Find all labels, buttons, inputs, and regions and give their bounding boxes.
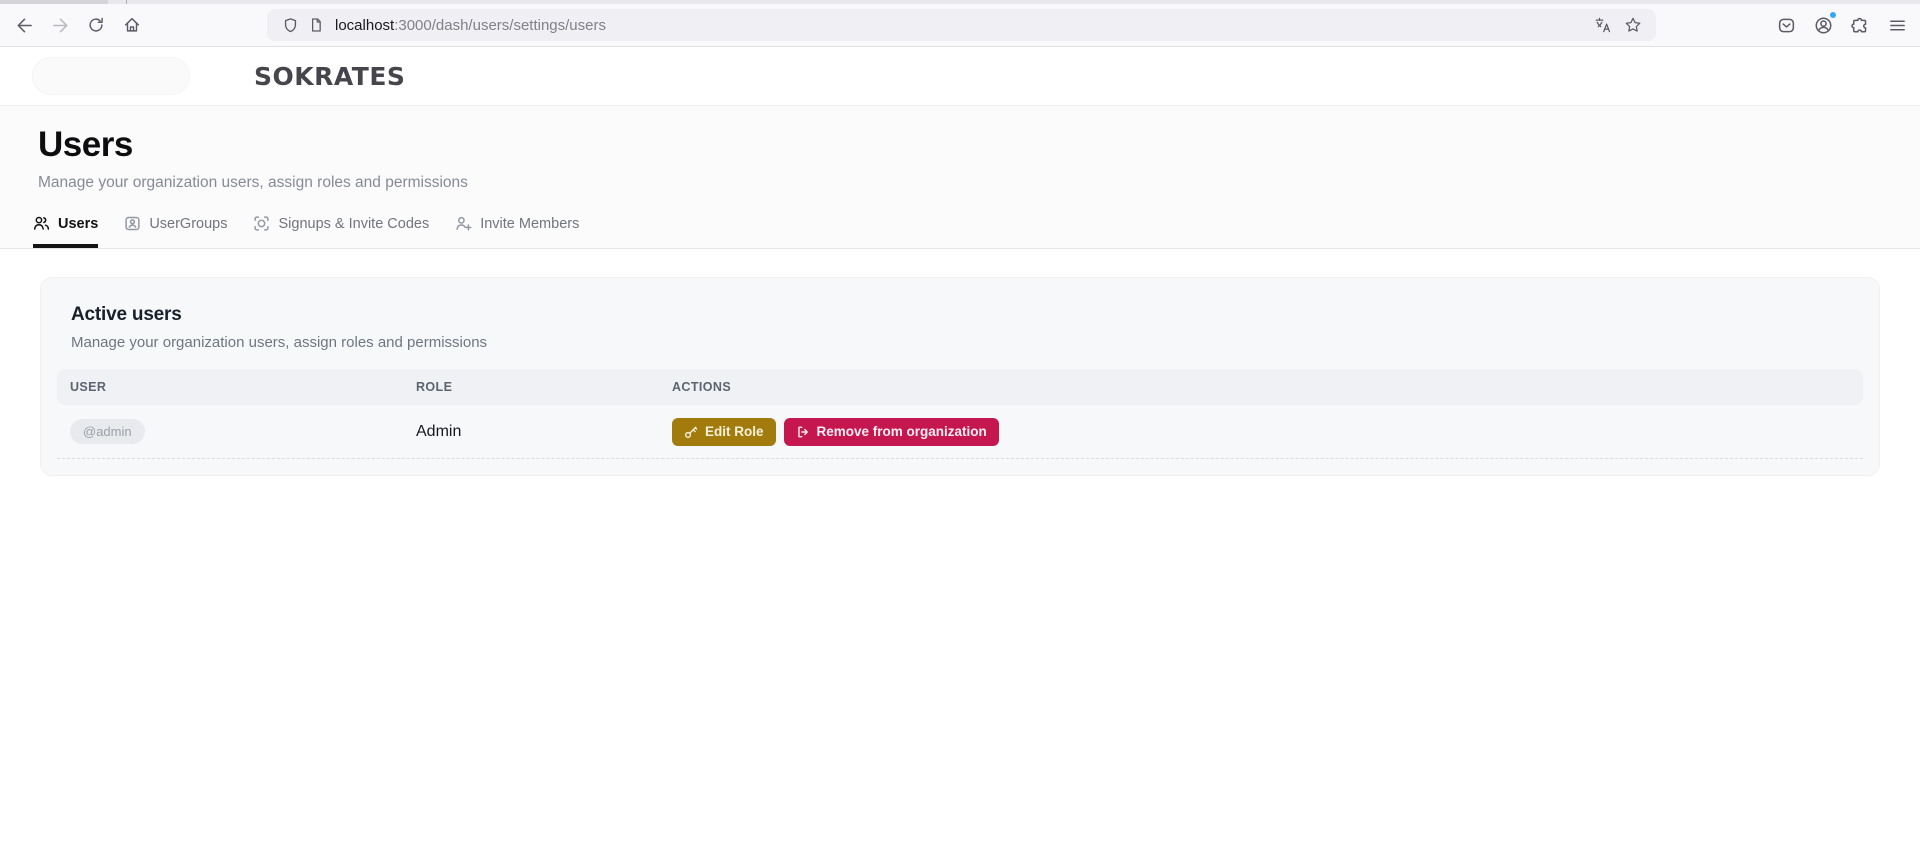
person-plus-icon	[456, 216, 472, 231]
menu-button[interactable]	[1882, 10, 1912, 40]
remove-from-org-button[interactable]: Remove from organization	[783, 417, 999, 446]
scan-circle-icon	[254, 216, 270, 231]
column-actions: ACTIONS	[672, 380, 732, 394]
back-button[interactable]	[9, 10, 39, 40]
column-user: USER	[70, 380, 107, 394]
bookmark-star-icon	[1625, 17, 1641, 32]
tab-label: Users	[58, 215, 99, 232]
shield-permissions-button[interactable]	[277, 12, 303, 38]
id-card-icon	[125, 216, 140, 231]
role-value: Admin	[416, 422, 462, 440]
url-host: localhost	[335, 16, 395, 34]
page-icon	[312, 18, 321, 32]
site-header: SOKRATES	[0, 47, 1920, 106]
tab-usergroups[interactable]: UserGroups	[124, 215, 227, 248]
table-header: USER ROLE ACTIONS	[57, 369, 1863, 405]
reload-button[interactable]	[81, 10, 111, 40]
site-logo[interactable]: SOKRATES	[254, 62, 405, 91]
active-users-card: Active users Manage your organization us…	[40, 277, 1880, 476]
row-actions: Edit Role Remove from organization	[672, 417, 1863, 446]
extensions-icon	[1850, 17, 1866, 33]
card-subtitle: Manage your organization users, assign r…	[71, 334, 488, 351]
browser-toolbar: localhost:3000/dash/users/settings/users	[0, 4, 1920, 47]
home-icon	[124, 17, 140, 32]
page-title: Users	[38, 125, 133, 164]
url-bar[interactable]: localhost:3000/dash/users/settings/users	[267, 9, 1656, 41]
reload-icon	[89, 17, 103, 32]
user-handle-badge: @admin	[70, 419, 145, 444]
nav-button-group	[0, 10, 147, 40]
account-button[interactable]	[1808, 10, 1838, 40]
back-icon	[17, 18, 32, 32]
tab-label: UserGroups	[149, 215, 228, 232]
pocket-button[interactable]	[1771, 10, 1801, 40]
users-icon	[33, 216, 50, 230]
edit-role-label: Edit Role	[705, 424, 764, 439]
translate-icon	[1595, 17, 1611, 33]
column-role: ROLE	[416, 380, 453, 394]
card-title: Active users	[71, 304, 182, 325]
tab-signups-invite-codes[interactable]: Signups & Invite Codes	[253, 215, 429, 248]
menu-icon	[1889, 19, 1905, 31]
table-row: @admin Admin Edit Role Remove from organ…	[57, 405, 1863, 459]
logout-icon	[797, 426, 808, 437]
extensions-button[interactable]	[1845, 10, 1875, 40]
site-info-button[interactable]	[303, 12, 329, 38]
url-text[interactable]: localhost:3000/dash/users/settings/users	[335, 17, 1590, 34]
page-head: Users Manage your organization users, as…	[0, 106, 1920, 249]
key-icon	[684, 426, 698, 438]
tab-label: Signups & Invite Codes	[278, 215, 430, 232]
edit-role-button[interactable]: Edit Role	[672, 417, 776, 446]
header-skeleton-pill	[32, 57, 190, 95]
bookmark-button[interactable]	[1620, 12, 1646, 38]
url-path: :3000/dash/users/settings/users	[394, 16, 606, 34]
translate-button[interactable]	[1590, 12, 1616, 38]
shield-icon	[284, 17, 296, 32]
forward-button[interactable]	[45, 10, 75, 40]
main-content: Active users Manage your organization us…	[0, 249, 1920, 504]
pocket-icon	[1778, 18, 1794, 32]
home-button[interactable]	[117, 10, 147, 40]
page-subtitle: Manage your organization users, assign r…	[38, 174, 468, 191]
tab-label: Invite Members	[480, 215, 580, 232]
tab-bar: Users UserGroups Signups & Invite Codes …	[33, 215, 1920, 248]
tab-users[interactable]: Users	[33, 215, 99, 248]
account-icon	[1815, 17, 1831, 33]
remove-from-org-label: Remove from organization	[816, 424, 987, 439]
toolbar-right-group	[1771, 10, 1912, 40]
tab-invite-members[interactable]: Invite Members	[455, 215, 579, 248]
forward-icon	[52, 18, 67, 32]
notification-dot	[1829, 11, 1837, 19]
